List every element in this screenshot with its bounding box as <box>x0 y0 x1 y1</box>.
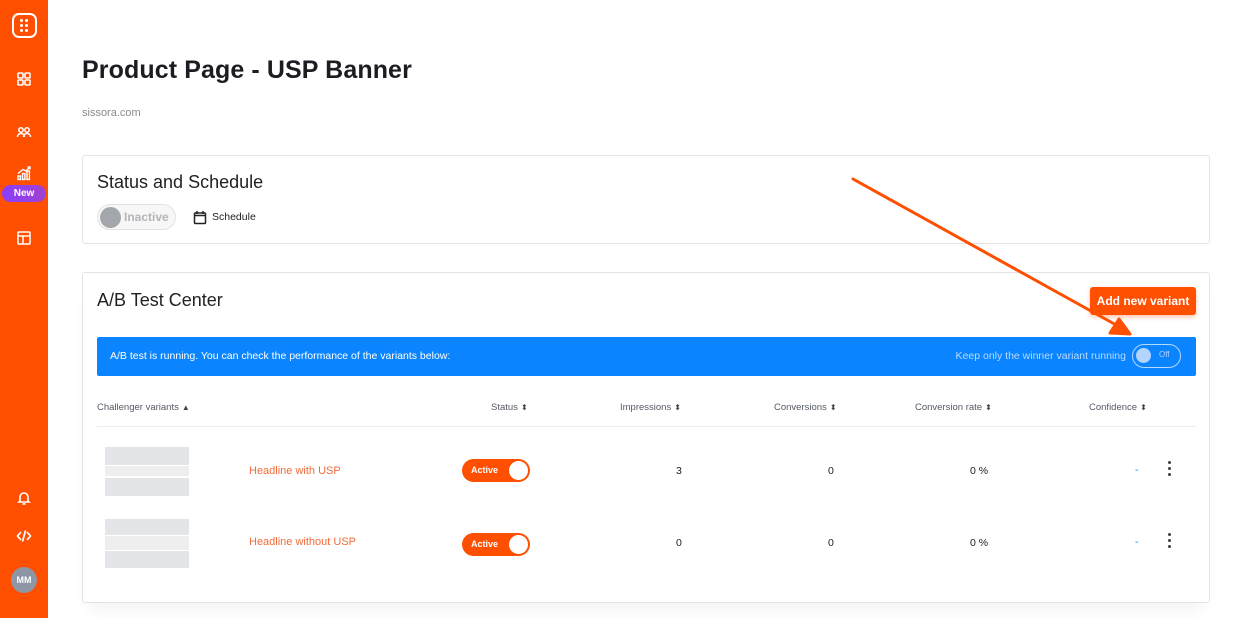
column-impressions[interactable]: Impressions ⬍ <box>620 402 681 413</box>
impressions-value: 0 <box>676 537 682 549</box>
calendar-icon <box>193 210 207 224</box>
column-conversion-rate[interactable]: Conversion rate ⬍ <box>915 402 992 413</box>
ab-test-center-card: A/B Test Center Add new variant A/B test… <box>82 272 1210 603</box>
keep-winner-label: Keep only the winner variant running <box>955 350 1126 362</box>
column-label: Confidence <box>1089 402 1138 413</box>
column-label: Impressions <box>620 402 672 413</box>
chart-icon[interactable] <box>16 165 32 181</box>
add-new-variant-button[interactable]: Add new variant <box>1090 287 1196 315</box>
toggle-label: Off <box>1159 350 1170 359</box>
ab-test-running-message: A/B test is running. You can check the p… <box>110 350 451 362</box>
ab-test-info-bar: A/B test is running. You can check the p… <box>97 337 1196 376</box>
variant-name-link[interactable]: Headline with USP <box>249 465 341 477</box>
more-options-icon[interactable] <box>1163 461 1175 479</box>
sort-icon: ⬍ <box>829 403 837 412</box>
user-avatar[interactable]: MM <box>11 567 37 593</box>
layout-icon[interactable] <box>16 230 32 246</box>
confidence-value: - <box>1135 536 1139 548</box>
conversion-rate-value: 0 % <box>970 465 989 477</box>
variant-status-toggle[interactable]: Active <box>462 459 530 482</box>
toggle-label: Inactive <box>124 210 169 224</box>
variant-row: Headline with USP Active 3 0 0 % - <box>97 443 1196 513</box>
conversion-rate-value: 0 % <box>970 537 989 549</box>
confidence-value: - <box>1135 464 1139 476</box>
new-badge: New <box>2 185 46 202</box>
sort-icon: ⬍ <box>1140 403 1147 412</box>
conversions-value: 0 <box>828 465 834 477</box>
column-label: Conversion rate <box>915 402 983 413</box>
schedule-label: Schedule <box>212 211 256 223</box>
column-label: Challenger variants <box>97 402 179 413</box>
variants-table-header: Challenger variants ▲ Status ⬍ Impressions… <box>97 387 1196 427</box>
status-schedule-card: Status and Schedule Inactive Schedule <box>82 155 1210 244</box>
toggle-label: Active <box>471 465 499 475</box>
column-label: Conversions <box>774 402 827 413</box>
sort-icon: ⬍ <box>674 403 681 412</box>
users-icon[interactable] <box>16 124 32 140</box>
grid-icon[interactable] <box>16 71 32 87</box>
toggle-knob <box>1136 348 1151 363</box>
bell-icon[interactable] <box>16 490 32 506</box>
conversions-value: 0 <box>828 537 834 549</box>
column-status[interactable]: Status ⬍ <box>491 402 528 413</box>
sort-icon: ⬍ <box>985 403 992 412</box>
site-domain: sissora.com <box>82 107 141 119</box>
toggle-knob <box>100 207 121 228</box>
toggle-knob <box>509 461 528 480</box>
toggle-knob <box>509 535 528 554</box>
status-card-title: Status and Schedule <box>97 172 264 192</box>
variant-thumbnail[interactable] <box>105 519 189 568</box>
code-icon[interactable] <box>16 528 32 544</box>
sidebar: New MM <box>0 0 48 618</box>
impressions-value: 3 <box>676 465 682 477</box>
variant-name-link[interactable]: Headline without USP <box>249 536 356 548</box>
ab-card-title: A/B Test Center <box>97 290 223 310</box>
variant-thumbnail[interactable] <box>105 447 189 496</box>
column-confidence[interactable]: Confidence ⬍ <box>1089 402 1147 413</box>
schedule-button[interactable]: Schedule <box>193 208 256 226</box>
toggle-label: Active <box>471 539 499 549</box>
column-challenger-variants[interactable]: Challenger variants ▲ <box>97 402 190 413</box>
sort-asc-icon: ▲ <box>181 403 190 412</box>
keep-winner-toggle[interactable]: Off <box>1132 344 1181 368</box>
variant-row: Headline without USP Active 0 0 0 % - <box>97 515 1196 585</box>
column-label: Status <box>491 402 518 413</box>
sort-icon: ⬍ <box>520 403 528 412</box>
page-title: Product Page - USP Banner <box>82 56 412 84</box>
campaign-status-toggle[interactable]: Inactive <box>97 204 176 230</box>
more-options-icon[interactable] <box>1163 533 1175 551</box>
variant-status-toggle[interactable]: Active <box>462 533 530 556</box>
app-logo-icon[interactable] <box>12 13 37 38</box>
column-conversions[interactable]: Conversions ⬍ <box>774 402 837 413</box>
